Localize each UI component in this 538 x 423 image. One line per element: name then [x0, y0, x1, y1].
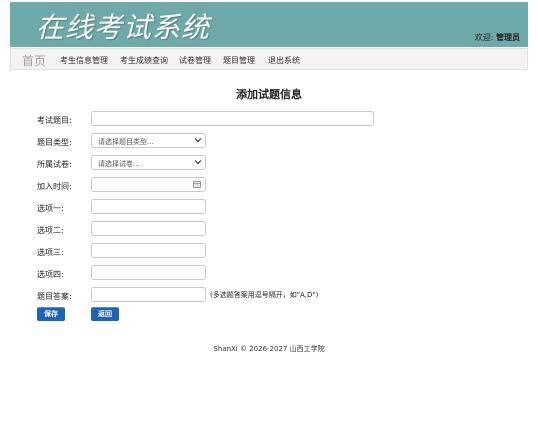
join-time-input[interactable] — [91, 177, 206, 192]
welcome-text: 欢迎: 管理员 — [475, 32, 520, 43]
label-answer: 题目答案: — [37, 292, 72, 301]
nav-item-question-manage[interactable]: 题目管理 — [223, 55, 255, 66]
app-logo: 在线考试系统 — [36, 11, 211, 44]
nav-home[interactable]: 首页 — [22, 52, 46, 69]
label-question: 考试题目: — [37, 116, 72, 125]
calendar-icon[interactable] — [193, 181, 201, 188]
answer-hint: (多选题答案用逗号隔开，如"A,D") — [210, 291, 319, 299]
paper-value: 请选择试卷... — [98, 160, 140, 168]
save-button[interactable]: 保存 — [37, 307, 65, 321]
welcome-label: 欢迎: — [474, 33, 494, 42]
label-option-3: 选项三: — [37, 248, 64, 257]
label-option-4: 选项四: — [37, 270, 64, 279]
nav-item-paper-manage[interactable]: 试卷管理 — [179, 55, 211, 66]
back-button[interactable]: 返回 — [91, 307, 119, 321]
question-type-value: 请选择题目类型... — [98, 138, 154, 146]
label-join-time: 加入时间: — [37, 182, 72, 191]
page-title: 添加试题信息 — [236, 88, 302, 101]
header-banner: 在线考试系统 欢迎: 管理员 — [10, 2, 528, 47]
paper-select[interactable]: 请选择试卷... — [91, 155, 206, 170]
main-nav: 首页 考生信息管理 考生成绩查询 试卷管理 题目管理 退出系统 — [10, 48, 528, 70]
chevron-down-icon — [194, 160, 202, 165]
nav-item-score-query[interactable]: 考生成绩查询 — [120, 55, 168, 66]
option-3-input[interactable] — [91, 243, 206, 258]
option-1-input[interactable] — [91, 199, 206, 214]
label-paper: 所属试卷: — [37, 160, 72, 169]
option-2-input[interactable] — [91, 221, 206, 236]
answer-input[interactable] — [91, 287, 206, 302]
chevron-down-icon — [194, 138, 202, 143]
label-question-type: 题目类型: — [37, 138, 72, 147]
question-type-select[interactable]: 请选择题目类型... — [91, 133, 206, 148]
nav-item-student-info[interactable]: 考生信息管理 — [60, 55, 108, 66]
nav-item-logout[interactable]: 退出系统 — [268, 55, 300, 66]
label-option-2: 选项二: — [37, 226, 64, 235]
question-input[interactable] — [91, 111, 374, 126]
option-4-input[interactable] — [91, 265, 206, 280]
label-option-1: 选项一: — [37, 204, 64, 213]
current-user: 管理员 — [496, 33, 520, 42]
footer-copyright: ShanXi © 2026-2027 山西工学院 — [213, 345, 325, 353]
